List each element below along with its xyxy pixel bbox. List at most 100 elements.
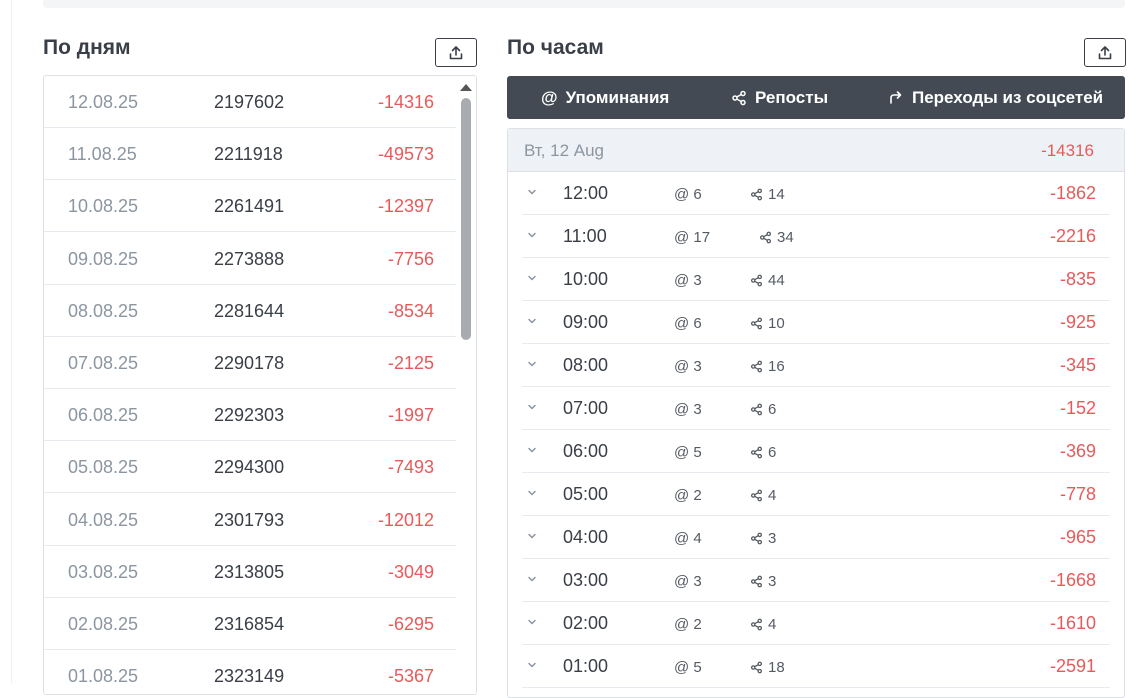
- share-icon: [750, 274, 763, 287]
- table-row[interactable]: 05.08.25 2294300 -7493: [44, 441, 456, 494]
- hour-row[interactable]: 09:00 @ 6 10 -925: [522, 301, 1110, 344]
- row-delta: -778: [1059, 484, 1096, 504]
- hour-row[interactable]: 06:00 @ 5 6 -369: [522, 430, 1110, 473]
- row-time: 06:00: [563, 441, 609, 461]
- chevron-down-icon[interactable]: [526, 487, 538, 499]
- row-mentions: @ 3: [674, 358, 702, 375]
- hours-export-button[interactable]: [1084, 38, 1126, 67]
- hour-row[interactable]: 01:00 @ 5 18 -2591: [522, 645, 1110, 688]
- row-mentions: @ 5: [674, 659, 702, 676]
- row-mentions: @ 3: [674, 573, 702, 590]
- reposts-count: 16: [768, 358, 785, 375]
- hour-row[interactable]: 07:00 @ 3 6 -152: [522, 387, 1110, 430]
- at-icon: @: [674, 530, 690, 547]
- row-reposts: 3: [750, 530, 776, 547]
- row-value: 2281644: [214, 300, 285, 321]
- reposts-count: 44: [768, 272, 785, 289]
- hour-row[interactable]: 02:00 @ 2 4 -1610: [522, 602, 1110, 645]
- row-delta: -5367: [387, 666, 434, 687]
- row-value: 2323149: [214, 666, 285, 687]
- row-value: 2292303: [214, 405, 285, 426]
- hour-row[interactable]: 10:00 @ 3 44 -835: [522, 258, 1110, 301]
- metrics-tabs: @ Упоминания Репосты Переходы из соцсете…: [507, 76, 1125, 119]
- share-icon: [732, 90, 746, 106]
- scroll-up-arrow-icon[interactable]: [460, 84, 472, 91]
- row-delta: -965: [1059, 527, 1096, 547]
- row-delta: -7756: [387, 248, 434, 269]
- at-icon: @: [674, 659, 690, 676]
- chevron-down-icon[interactable]: [526, 315, 538, 327]
- days-export-button[interactable]: [435, 38, 477, 67]
- chevron-down-icon[interactable]: [526, 444, 538, 456]
- table-row[interactable]: 08.08.25 2281644 -8534: [44, 285, 456, 337]
- row-reposts: 34: [759, 229, 794, 246]
- at-icon: @: [674, 401, 690, 418]
- hours-panel-title: По часам: [507, 36, 604, 59]
- hour-row[interactable]: 04:00 @ 4 3 -965: [522, 516, 1110, 559]
- row-reposts: 6: [750, 401, 776, 418]
- table-row[interactable]: 07.08.25 2290178 -2125: [44, 337, 456, 389]
- row-time: 11:00: [563, 226, 607, 246]
- table-row[interactable]: 11.08.25 2211918 -49573: [44, 128, 456, 181]
- table-row[interactable]: 03.08.25 2313805 -3049: [44, 546, 456, 598]
- table-row[interactable]: 02.08.25 2316854 -6295: [44, 598, 456, 650]
- tab-label: Упоминания: [565, 88, 670, 107]
- table-row[interactable]: 01.08.25 2323149 -5367: [44, 650, 456, 694]
- row-date: 10.08.25: [68, 196, 139, 217]
- tab-reposts[interactable]: Репосты: [731, 88, 828, 108]
- at-icon: @: [674, 358, 690, 375]
- hour-row[interactable]: 08:00 @ 3 16 -345: [522, 344, 1110, 387]
- row-reposts: 18: [750, 659, 785, 676]
- hour-row[interactable]: 12:00 @ 6 14 -1862: [522, 172, 1110, 215]
- row-value: 2290178: [214, 353, 285, 373]
- left-edge-divider: [0, 0, 12, 684]
- row-reposts: 10: [750, 315, 785, 332]
- chevron-down-icon[interactable]: [526, 530, 538, 542]
- tab-social-referrals[interactable]: Переходы из соцсетей: [888, 88, 1103, 108]
- mentions-count: 5: [693, 659, 702, 676]
- date-label: Вт, 12 Aug: [524, 141, 605, 160]
- row-reposts: 3: [750, 573, 776, 590]
- mentions-count: 5: [693, 444, 702, 461]
- at-icon: @: [674, 229, 690, 246]
- row-delta: -1610: [1049, 613, 1096, 633]
- chevron-down-icon[interactable]: [526, 358, 538, 370]
- tab-mentions[interactable]: @ Упоминания: [541, 88, 669, 108]
- row-value: 2313805: [214, 561, 285, 582]
- row-delta: -1862: [1049, 183, 1096, 203]
- hour-row[interactable]: 03:00 @ 3 3 -1668: [522, 559, 1110, 602]
- row-reposts: 16: [750, 358, 785, 375]
- chevron-down-icon[interactable]: [526, 616, 538, 628]
- row-value: 2294300: [214, 457, 285, 478]
- chevron-down-icon[interactable]: [526, 272, 538, 284]
- scrollbar-thumb[interactable]: [461, 98, 471, 340]
- date-group-header[interactable]: Вт, 12 Aug -14316: [508, 129, 1124, 172]
- row-date: 01.08.25: [68, 666, 139, 687]
- table-row[interactable]: 09.08.25 2273888 -7756: [44, 233, 456, 285]
- row-delta: -835: [1059, 269, 1096, 289]
- row-delta: -7493: [387, 457, 434, 478]
- upload-icon: [1098, 45, 1112, 59]
- days-panel-title: По дням: [43, 36, 131, 59]
- hour-row[interactable]: 05:00 @ 2 4 -778: [522, 473, 1110, 516]
- row-delta: -6295: [387, 614, 434, 634]
- table-row[interactable]: 10.08.25 2261491 -12397: [44, 180, 456, 233]
- table-row[interactable]: 06.08.25 2292303 -1997: [44, 389, 456, 442]
- hour-row[interactable]: 11:00 @ 17 34 -2216: [522, 215, 1110, 258]
- tab-label: Переходы из соцсетей: [912, 88, 1104, 107]
- row-date: 06.08.25: [68, 405, 139, 426]
- row-date: 03.08.25: [68, 561, 139, 582]
- row-time: 07:00: [563, 398, 609, 418]
- chevron-down-icon[interactable]: [526, 659, 538, 671]
- chevron-down-icon[interactable]: [526, 229, 538, 241]
- at-icon: @: [674, 487, 690, 504]
- mentions-count: 3: [693, 573, 702, 590]
- table-row[interactable]: 04.08.25 2301793 -12012: [44, 494, 456, 546]
- row-date: 12.08.25: [68, 92, 139, 112]
- chevron-down-icon[interactable]: [526, 186, 538, 198]
- row-value: 2211918: [214, 144, 283, 165]
- row-mentions: @ 6: [674, 186, 702, 203]
- chevron-down-icon[interactable]: [526, 401, 538, 413]
- table-row[interactable]: 12.08.25 2197602 -14316: [44, 76, 456, 128]
- chevron-down-icon[interactable]: [526, 573, 538, 585]
